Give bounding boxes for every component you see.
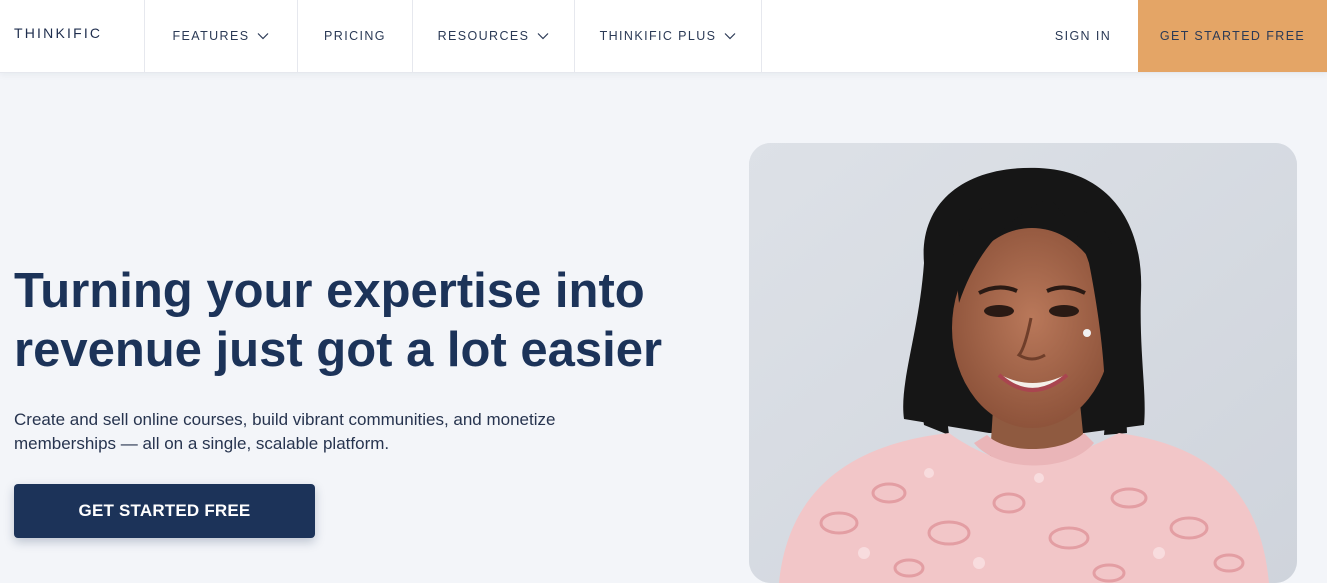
thinkific-logo[interactable]: THINKIFIC [14,25,102,41]
hero-portrait-photo [749,143,1297,583]
get-started-free-button[interactable]: GET STARTED FREE [14,484,315,538]
get-started-free-button-header[interactable]: GET STARTED FREE [1138,0,1327,72]
hero-headline: Turning your expertise into revenue just… [14,262,734,380]
chevron-down-icon [537,33,549,40]
nav-item-label: PRICING [324,29,386,43]
nav-item-features[interactable]: FEATURES [144,0,297,72]
nav-item-thinkific-plus[interactable]: THINKIFIC PLUS [574,0,762,72]
nav-item-resources[interactable]: RESOURCES [412,0,574,72]
hero-headline-line-1: Turning your expertise into [14,264,645,318]
hero-subtitle-line-2: memberships — all on a single, scalable … [14,434,390,453]
nav-item-pricing[interactable]: PRICING [297,0,412,72]
nav-item-label: THINKIFIC PLUS [599,29,717,43]
hero-subtitle: Create and sell online courses, build vi… [14,408,634,456]
nav-item-label: FEATURES [172,29,250,43]
nav-item-label: RESOURCES [437,29,530,43]
sign-in-link[interactable]: SIGN IN [1040,0,1126,72]
top-navigation: THINKIFIC FEATURES PRICING RESOURCES THI… [0,0,1327,73]
hero-subtitle-line-1: Create and sell online courses, build vi… [14,410,556,429]
portrait-illustration [749,143,1297,583]
hero-headline-line-2: revenue just got a lot easier [14,323,663,377]
chevron-down-icon [258,33,269,40]
chevron-down-icon [724,33,736,40]
